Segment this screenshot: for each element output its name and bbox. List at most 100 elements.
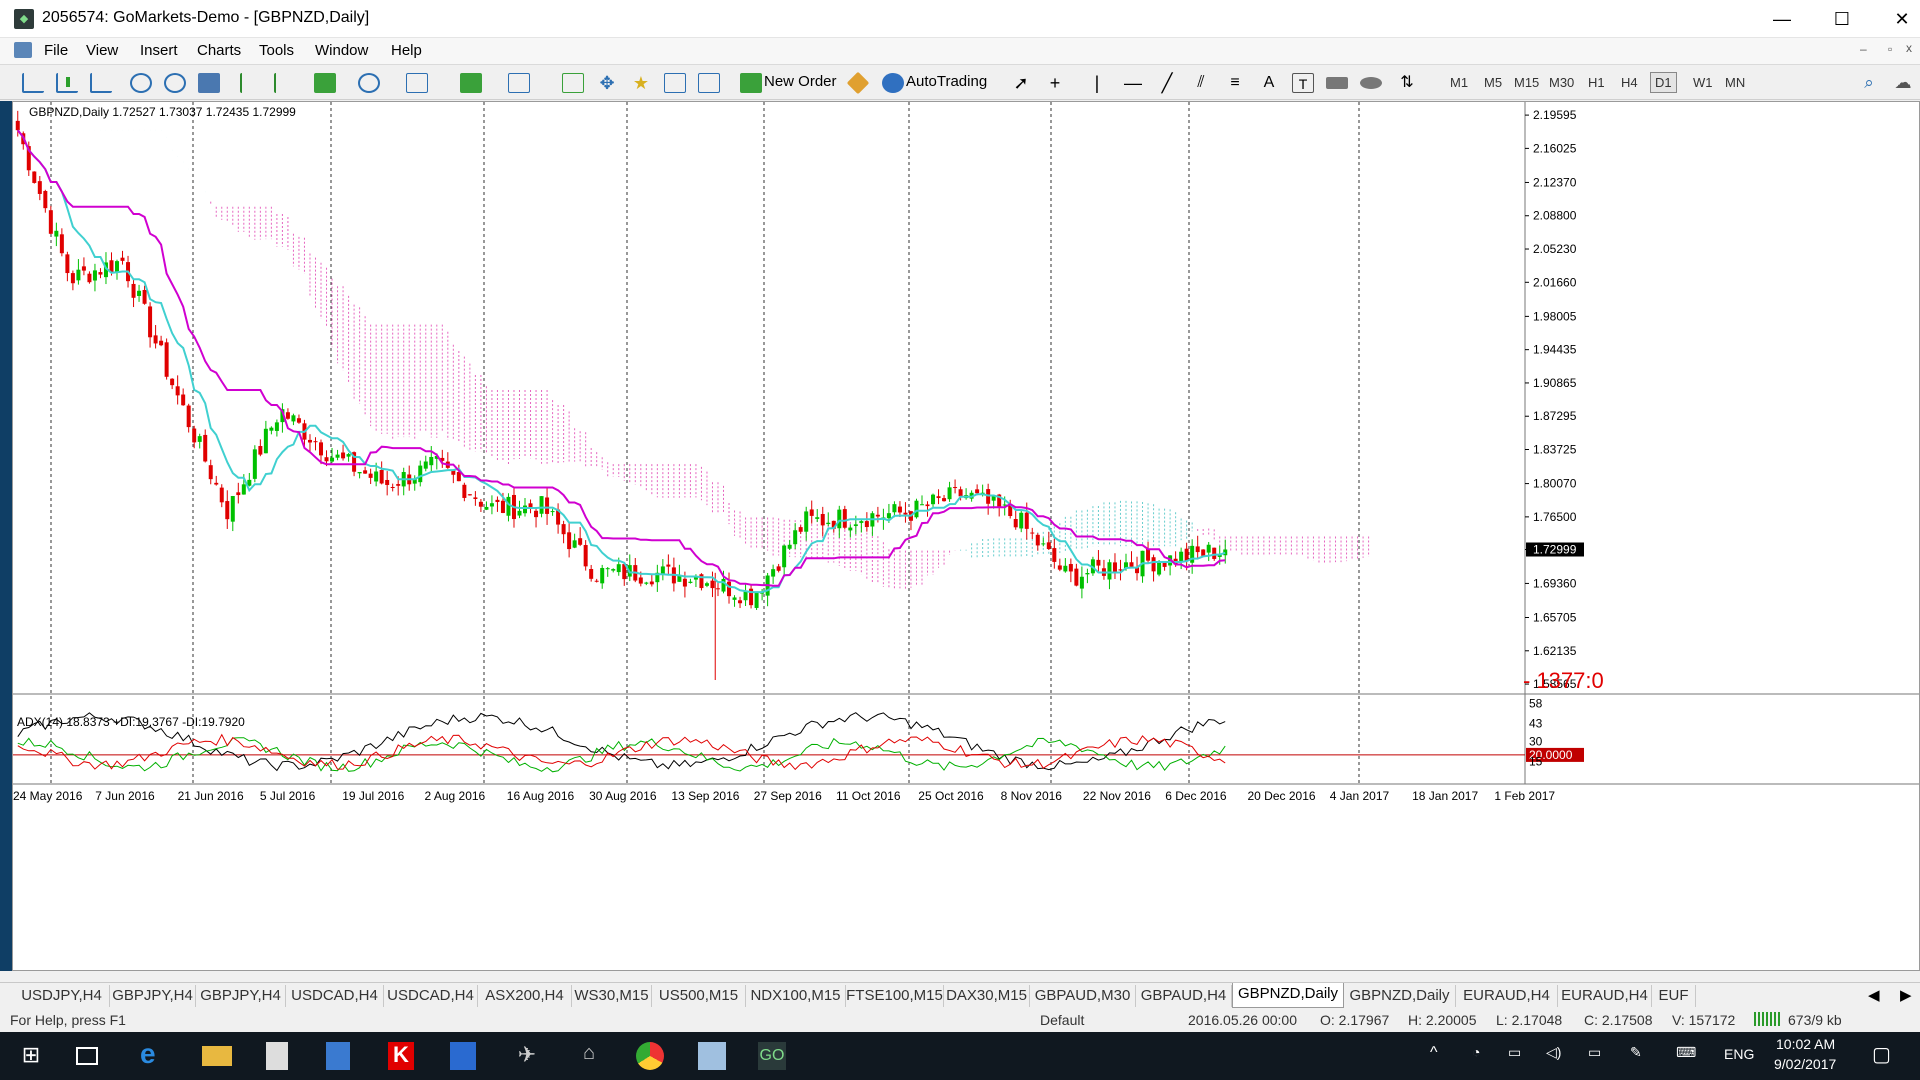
templates-icon[interactable] [406,73,428,93]
close-button[interactable]: ✕ [1872,0,1920,38]
crosshair-icon[interactable]: + [1044,73,1066,93]
chart-tab[interactable]: FTSE100,M15 [846,985,944,1007]
new-order-button[interactable]: New Order [764,73,837,90]
chart-tab[interactable]: US500,M15 [652,985,746,1007]
chart-tab[interactable]: ASX200,H4 [478,985,572,1007]
chart-tab[interactable]: DAX30,M15 [944,985,1030,1007]
tf-w1[interactable]: W1 [1693,75,1713,90]
menu-tools[interactable]: Tools [259,42,294,59]
menu-insert[interactable]: Insert [140,42,178,59]
navigator-icon[interactable]: ✥ [596,73,618,93]
new-order-icon[interactable] [740,73,762,93]
chart-tab[interactable]: GBPAUD,M30 [1030,985,1136,1007]
camera-icon[interactable]: ⌂ [574,1042,604,1070]
tf-m15[interactable]: M15 [1514,75,1539,90]
chart-tab[interactable]: USDCAD,H4 [384,985,478,1007]
child-window-icon[interactable] [14,42,32,58]
chart-shift-icon[interactable] [240,73,262,93]
tray-chevron-icon[interactable]: ^ [1430,1044,1438,1062]
search-icon[interactable]: ⌕ [1858,73,1880,93]
line-chart-icon[interactable] [90,73,112,93]
tf-d1[interactable]: D1 [1650,72,1677,93]
profiles-icon[interactable] [508,73,530,93]
chat-icon[interactable]: ☁ [1892,73,1914,93]
autotrading-button[interactable]: AutoTrading [906,73,987,90]
menu-help[interactable]: Help [391,42,422,59]
keyboard-icon[interactable]: ⌨ [1676,1044,1696,1061]
menu-window[interactable]: Window [315,42,368,59]
task-view-icon[interactable] [76,1047,98,1065]
text-icon[interactable]: A [1258,73,1280,93]
metatrader-taskbar-icon[interactable]: GO [758,1042,786,1070]
wifi-icon[interactable]: ◔ [1472,1044,1480,1060]
child-restore-icon[interactable]: ▫ [1888,42,1892,56]
autotrading-icon[interactable] [882,73,904,93]
terminal-icon[interactable] [664,73,686,93]
battery-icon[interactable]: ▭ [1508,1044,1521,1061]
favorites-icon[interactable]: ★ [630,73,652,93]
tf-m5[interactable]: M5 [1484,75,1502,90]
menu-view[interactable]: View [86,42,118,59]
kaspersky-icon[interactable]: K [388,1042,414,1070]
zoom-out-icon[interactable] [164,73,186,93]
remote-desktop-icon[interactable] [698,1042,726,1070]
calculator-icon[interactable] [266,1042,288,1070]
zoom-in-icon[interactable] [130,73,152,93]
child-minimize-icon[interactable]: – [1860,42,1867,56]
tf-h4[interactable]: H4 [1621,75,1638,90]
chart-tab[interactable]: GBPAUD,H4 [1136,985,1232,1007]
channel-icon[interactable]: ⫽ [1190,73,1212,93]
network-icon[interactable]: ▭ [1588,1044,1601,1061]
rectangle-icon[interactable] [1326,77,1348,89]
chart-tab[interactable]: GBPJPY,H4 [196,985,286,1007]
start-icon[interactable]: ⊞ [16,1042,46,1070]
arrows-icon[interactable]: ⇅ [1396,73,1418,93]
cursor-icon[interactable]: ➚ [1010,73,1032,93]
clock-time[interactable]: 10:02 AM [1776,1036,1835,1052]
chart-tab[interactable]: USDJPY,H4 [14,985,110,1007]
minimize-button[interactable]: — [1752,0,1812,38]
ellipse-icon[interactable] [1360,77,1382,89]
menu-charts[interactable]: Charts [197,42,241,59]
price-chart[interactable]: 2.19595 2.16025 2.12370 2.08800 2.05230 2.016… [13,102,1919,970]
bar-chart-icon[interactable] [22,73,44,93]
satellite-icon[interactable]: ✈ [512,1042,542,1070]
child-close-icon[interactable]: x [1906,41,1912,55]
chart-tab[interactable]: NDX100,M15 [746,985,846,1007]
clock-date[interactable]: 9/02/2017 [1774,1056,1836,1072]
metaeditor-icon[interactable] [846,71,870,95]
market-watch-icon[interactable] [562,73,584,93]
file-explorer-icon[interactable] [202,1046,232,1066]
security-shield-icon[interactable] [450,1042,476,1070]
store-icon[interactable] [326,1042,350,1070]
trendline-icon[interactable]: ╱ [1156,73,1178,93]
chart-tab[interactable]: WS30,M15 [572,985,652,1007]
pen-icon[interactable]: ✎ [1630,1044,1642,1061]
chart-tab[interactable]: EUF [1652,985,1696,1007]
language-indicator[interactable]: ENG [1724,1046,1754,1062]
notifications-icon[interactable]: ▢ [1872,1042,1891,1067]
volume-icon[interactable]: ◁) [1546,1044,1561,1061]
chart-tab[interactable]: GBPJPY,H4 [110,985,196,1007]
tf-mn[interactable]: MN [1725,75,1745,90]
new-window-icon[interactable] [460,73,482,93]
indicators-icon[interactable] [314,73,336,93]
horizontal-line-icon[interactable]: — [1122,73,1144,93]
tf-m30[interactable]: M30 [1549,75,1574,90]
tf-h1[interactable]: H1 [1588,75,1605,90]
chrome-icon[interactable] [636,1042,664,1070]
chart-tab[interactable]: GBPNZD,Daily [1344,985,1456,1007]
chart-tab[interactable]: EURAUD,H4 [1456,985,1558,1007]
edge-icon[interactable]: e [140,1038,170,1069]
maximize-button[interactable]: ☐ [1812,0,1872,38]
candlestick-icon[interactable] [56,73,78,93]
tile-windows-icon[interactable] [198,73,220,93]
menu-file[interactable]: File [44,42,68,59]
tf-m1[interactable]: M1 [1450,75,1468,90]
periods-icon[interactable] [358,73,380,93]
fibonacci-icon[interactable]: ≡ [1224,73,1246,93]
tabs-scroll-right-icon[interactable]: ▶ [1900,986,1912,1004]
chart-tab[interactable]: USDCAD,H4 [286,985,384,1007]
chart-tab[interactable]: GBPNZD,Daily [1232,983,1344,1008]
chart-tab[interactable]: EURAUD,H4 [1558,985,1652,1007]
